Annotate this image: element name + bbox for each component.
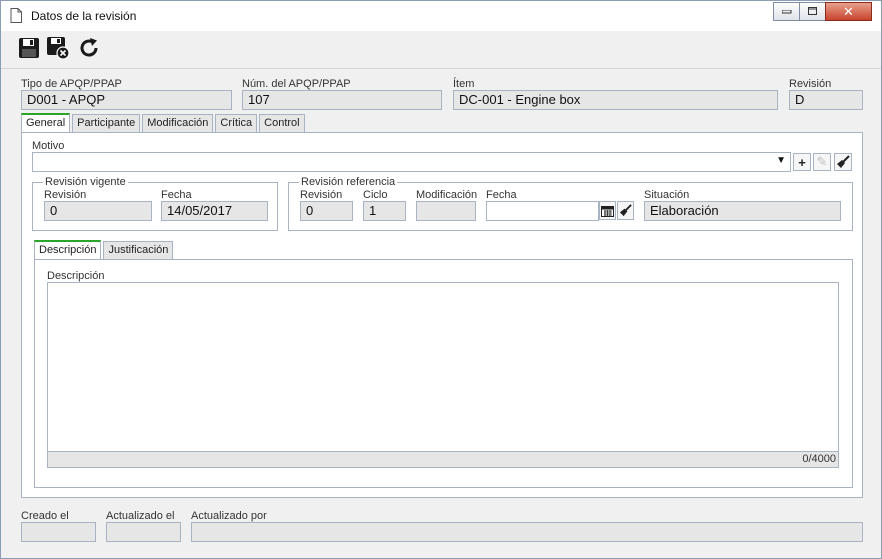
close-button[interactable]: ✕ [825, 2, 872, 21]
title-bar: Datos de la revisión ✕ [1, 1, 881, 31]
save-and-close-icon[interactable] [46, 36, 70, 60]
creado-label: Creado el [21, 510, 69, 522]
document-icon [10, 8, 22, 23]
window-title: Datos de la revisión [31, 9, 137, 23]
calendar-icon [601, 205, 614, 217]
toolbar [1, 31, 881, 69]
vigente-fecha-field: 14/05/2017 [161, 201, 268, 221]
broom-icon [619, 204, 632, 217]
ref-situacion-field: Elaboración [644, 201, 841, 221]
tab-justificacion[interactable]: Justificación [103, 241, 174, 259]
clear-button[interactable] [834, 153, 852, 171]
vigente-revision-field: 0 [44, 201, 152, 221]
description-tabs: Descripción Justificación [34, 240, 175, 260]
tab-modificacion[interactable]: Modificación [142, 114, 214, 132]
refresh-icon[interactable] [77, 36, 101, 60]
revision-vigente-title: Revisión vigente [43, 176, 128, 188]
description-panel: Descripción 0/4000 [34, 259, 853, 488]
revision-vigente-group: Revisión vigente Revisión 0 Fecha 14/05/… [32, 176, 278, 231]
main-tabs: General Participante Modificación Crític… [21, 113, 307, 133]
actualizado-field [106, 522, 181, 542]
ref-fecha-label: Fecha [486, 189, 517, 201]
actualizado-por-label: Actualizado por [191, 510, 267, 522]
revision-referencia-group: Revisión referencia Revisión 0 Ciclo 1 M… [288, 176, 853, 231]
ref-ciclo-label: Ciclo [363, 189, 388, 201]
revision-field: D [789, 90, 863, 110]
descripcion-label: Descripción [47, 270, 105, 282]
pencil-icon: ✎ [816, 154, 828, 169]
revision-referencia-title: Revisión referencia [299, 176, 398, 188]
actualizado-por-field [191, 522, 863, 542]
clear-date-button[interactable] [617, 201, 634, 220]
type-label: Tipo de APQP/PPAP [21, 78, 122, 90]
chevron-down-icon: ▼ [776, 155, 786, 166]
edit-button: ✎ [813, 153, 831, 171]
character-counter: 0/4000 [47, 452, 839, 468]
tab-critica[interactable]: Crítica [215, 114, 258, 132]
minimize-icon [781, 9, 791, 13]
plus-icon: + [798, 154, 806, 170]
save-icon[interactable] [17, 36, 41, 60]
ref-ciclo-field: 1 [363, 201, 406, 221]
maximize-button[interactable] [799, 2, 826, 21]
tab-descripcion[interactable]: Descripción [34, 240, 102, 259]
number-field: 107 [242, 90, 442, 110]
tab-participante[interactable]: Participante [72, 114, 141, 132]
ref-fecha-input[interactable] [486, 201, 599, 221]
ref-situacion-label: Situación [644, 189, 690, 201]
general-panel: Motivo ▼ + ✎ Revisión vigente Revisión 0… [21, 132, 863, 498]
ref-revision-label: Revisión [300, 189, 343, 201]
revision-label: Revisión [789, 78, 832, 90]
vigente-fecha-label: Fecha [161, 189, 192, 201]
vigente-revision-label: Revisión [44, 189, 87, 201]
item-field: DC-001 - Engine box [453, 90, 778, 110]
item-label: Ítem [453, 78, 475, 90]
type-field: D001 - APQP [21, 90, 232, 110]
number-label: Núm. del APQP/PPAP [242, 78, 351, 90]
motivo-select[interactable]: ▼ [32, 152, 791, 172]
ref-modificacion-field [416, 201, 476, 221]
ref-modificacion-label: Modificación [416, 189, 478, 201]
motivo-label: Motivo [32, 140, 65, 152]
tab-general[interactable]: General [21, 113, 71, 132]
add-button[interactable]: + [793, 153, 811, 171]
broom-icon [837, 155, 850, 168]
window-controls: ✕ [773, 2, 872, 21]
actualizado-label: Actualizado el [106, 510, 175, 522]
calendar-button[interactable] [599, 201, 616, 220]
creado-field [21, 522, 96, 542]
maximize-icon [807, 7, 817, 15]
ref-revision-field: 0 [300, 201, 353, 221]
tab-control[interactable]: Control [259, 114, 305, 132]
close-icon: ✕ [843, 3, 854, 19]
minimize-button[interactable] [773, 2, 800, 21]
descripcion-textarea[interactable] [47, 282, 839, 452]
revision-dialog: Datos de la revisión ✕ Tipo de APQP/PPAP… [0, 0, 882, 559]
